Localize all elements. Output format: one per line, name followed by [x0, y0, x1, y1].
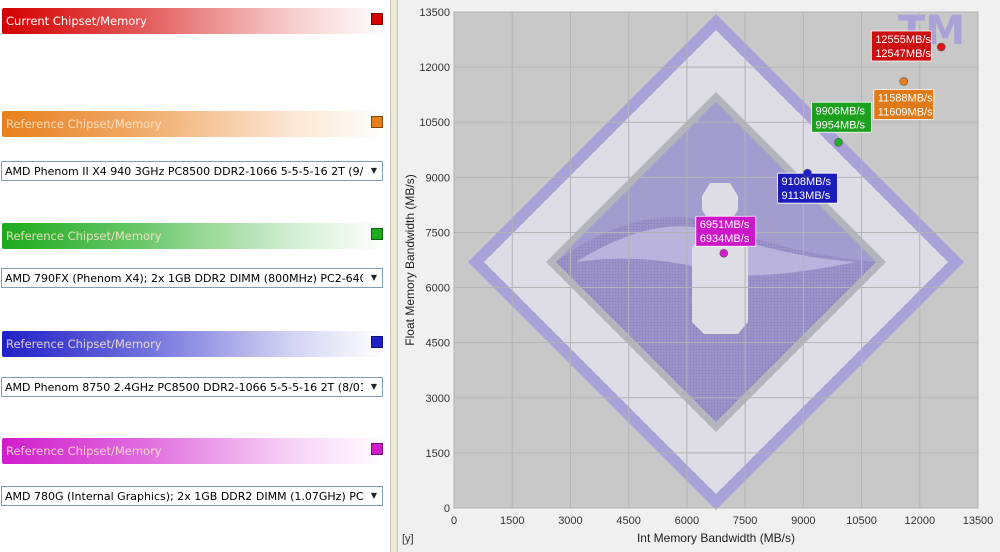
point-label-x: 9906MB/s — [815, 105, 865, 117]
x-tick-label: 7500 — [733, 515, 757, 527]
corner-label: [y] — [402, 533, 414, 545]
x-tick-label: 13500 — [963, 515, 994, 527]
chevron-down-icon[interactable]: ▼ — [366, 162, 382, 180]
reference-color-swatch-4[interactable] — [371, 443, 383, 455]
reference-label-1: Reference Chipset/Memory — [6, 117, 162, 131]
y-tick-label: 13500 — [419, 7, 450, 19]
point-label-x: 12555MB/s — [875, 34, 931, 46]
y-tick-label: 1500 — [426, 448, 450, 460]
reference-color-swatch-2[interactable] — [371, 228, 383, 240]
y-tick-label: 0 — [444, 503, 450, 515]
reference-bar-1: Reference Chipset/Memory — [2, 111, 386, 137]
reference-select-2[interactable]: AMD 790FX (Phenom X4); 2x 1GB DDR2 DIMM … — [1, 268, 383, 288]
x-tick-label: 6000 — [675, 515, 699, 527]
x-tick-label: 12000 — [904, 515, 935, 527]
y-axis-label: Float Memory Bandwidth (MB/s) — [403, 174, 417, 345]
reference-bar-4: Reference Chipset/Memory — [2, 438, 386, 464]
current-chipset-bar: Current Chipset/Memory — [2, 8, 386, 34]
data-point — [834, 137, 843, 147]
reference-select-2-value: AMD 790FX (Phenom X4); 2x 1GB DDR2 DIMM … — [5, 272, 363, 285]
x-tick-label: 10500 — [846, 515, 877, 527]
x-tick-label: 0 — [451, 515, 457, 527]
point-label-y: 11609MB/s — [878, 106, 933, 118]
chevron-down-icon[interactable]: ▼ — [366, 378, 382, 396]
point-label-y: 12547MB/s — [875, 48, 931, 60]
y-tick-label: 7500 — [426, 227, 450, 239]
y-tick-label: 6000 — [426, 283, 450, 295]
reference-select-3[interactable]: AMD Phenom 8750 2.4GHz PC8500 DDR2-1066 … — [1, 377, 383, 397]
reference-label-2: Reference Chipset/Memory — [6, 229, 162, 243]
reference-bar-3: Reference Chipset/Memory — [2, 331, 386, 357]
bandwidth-scatter-chart: TM 0 1500 3000 4500 6000 7500 9000 10500 12000 13… — [398, 0, 1000, 552]
reference-color-swatch-3[interactable] — [371, 336, 383, 348]
chevron-down-icon[interactable]: ▼ — [366, 269, 382, 287]
data-point — [937, 42, 946, 52]
y-tick-label: 3000 — [426, 393, 450, 405]
current-chipset-label: Current Chipset/Memory — [6, 14, 147, 28]
point-label-x: 11588MB/s — [878, 92, 933, 104]
x-tick-label: 3000 — [558, 515, 582, 527]
reference-select-4[interactable]: AMD 780G (Internal Graphics); 2x 1GB DDR… — [1, 486, 383, 506]
left-panel: Current Chipset/Memory Reference Chipset… — [0, 0, 390, 552]
x-tick-label: 9000 — [791, 515, 815, 527]
y-tick-label: 9000 — [426, 172, 450, 184]
y-tick-label: 4500 — [426, 338, 450, 350]
point-label-y: 9113MB/s — [782, 190, 831, 202]
reference-label-3: Reference Chipset/Memory — [6, 337, 162, 351]
logo-keyhole-bottom — [692, 236, 748, 334]
chevron-down-icon[interactable]: ▼ — [366, 487, 382, 505]
reference-select-1[interactable]: AMD Phenom II X4 940 3GHz PC8500 DDR2-10… — [1, 161, 383, 181]
reference-bar-2: Reference Chipset/Memory — [2, 223, 386, 249]
x-tick-label: 1500 — [500, 515, 524, 527]
current-color-swatch[interactable] — [371, 13, 383, 25]
point-label-y: 9954MB/s — [815, 119, 865, 131]
reference-color-swatch-1[interactable] — [371, 116, 383, 128]
x-tick-label: 4500 — [616, 515, 640, 527]
reference-select-4-value: AMD 780G (Internal Graphics); 2x 1GB DDR… — [5, 490, 363, 503]
reference-select-1-value: AMD Phenom II X4 940 3GHz PC8500 DDR2-10… — [5, 165, 363, 178]
x-axis-label: Int Memory Bandwidth (MB/s) — [637, 531, 795, 545]
point-label-x: 6951MB/s — [700, 219, 750, 231]
data-point — [803, 168, 812, 178]
reference-select-3-value: AMD Phenom 8750 2.4GHz PC8500 DDR2-1066 … — [5, 381, 363, 394]
y-tick-label: 12000 — [419, 62, 450, 74]
data-point — [899, 77, 909, 86]
data-point — [719, 248, 729, 258]
reference-label-4: Reference Chipset/Memory — [6, 444, 162, 458]
panel-splitter[interactable] — [390, 0, 398, 552]
point-label-y: 6934MB/s — [700, 233, 750, 245]
y-tick-label: 10500 — [419, 117, 450, 129]
point-label-x: 9108MB/s — [782, 176, 832, 188]
